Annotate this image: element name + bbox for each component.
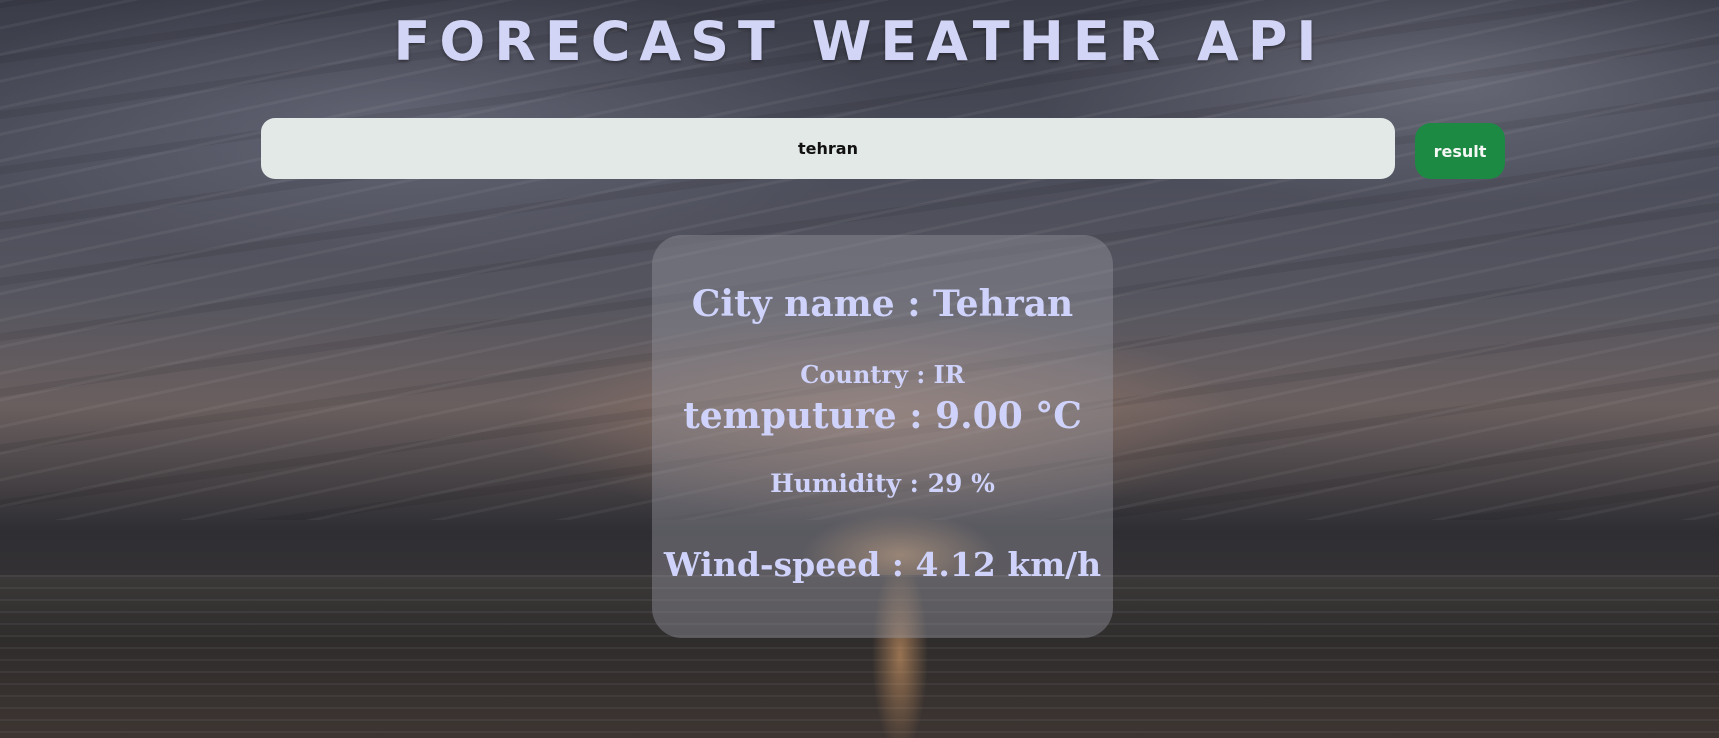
country: Country : IR [800, 360, 965, 389]
page-title: FORECAST WEATHER API [393, 10, 1326, 73]
city-name: City name : Tehran [691, 283, 1074, 325]
weather-card: City name : Tehran Country : IR temputur… [652, 235, 1113, 638]
result-button[interactable]: result [1415, 123, 1505, 179]
wind-speed: Wind-speed : 4.12 km/h [663, 545, 1102, 584]
city-search-input[interactable] [261, 118, 1395, 179]
temperature: temputure : 9.00 °C [683, 395, 1082, 437]
humidity: Humidity : 29 % [770, 469, 995, 498]
